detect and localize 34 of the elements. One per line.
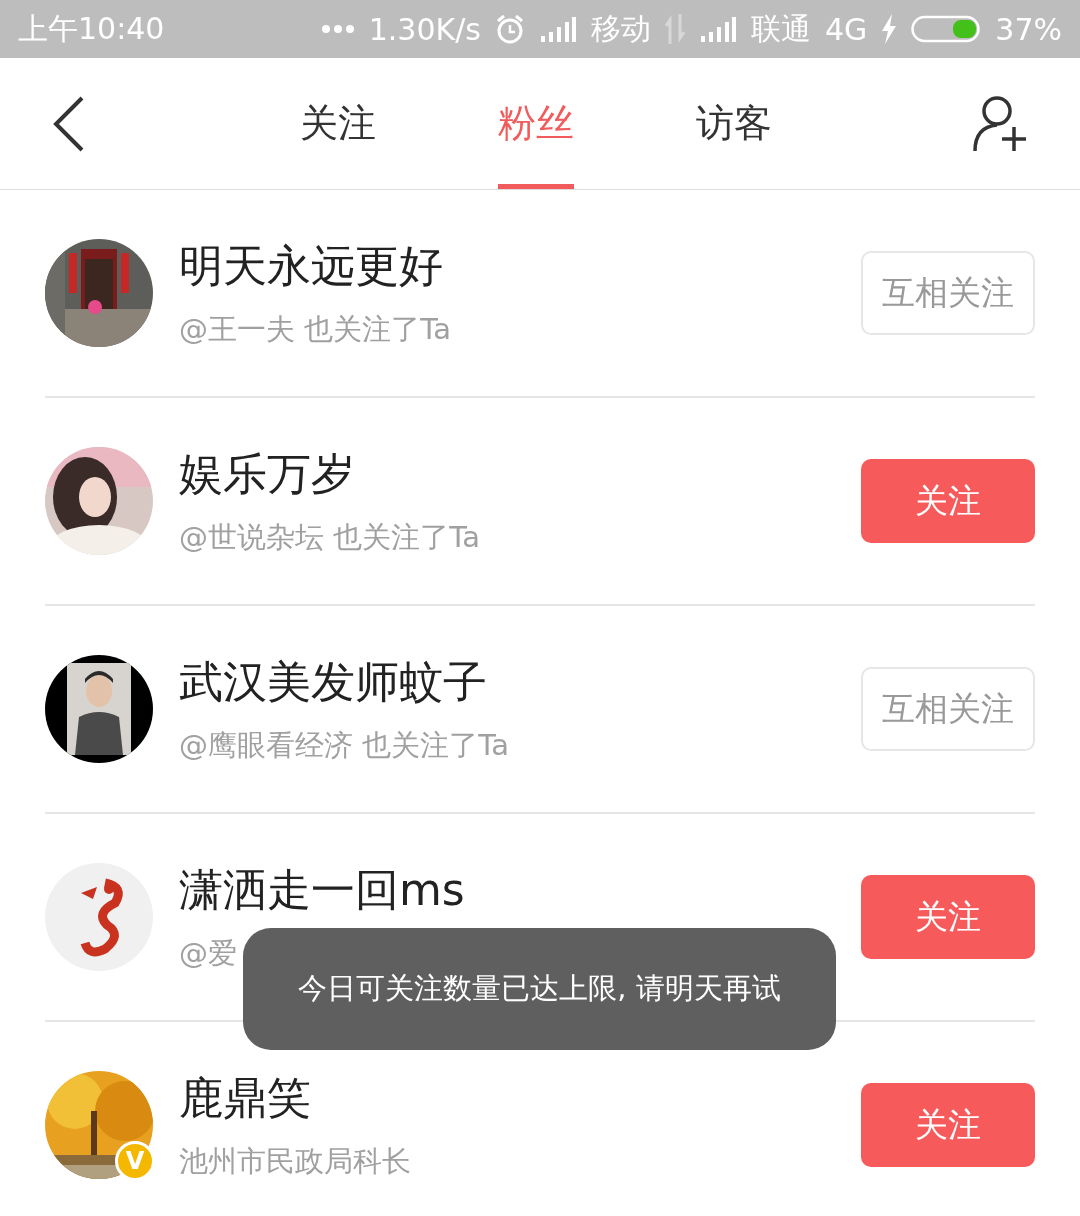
- user-name: 武汉美发师蚊子: [179, 654, 488, 709]
- follow-button[interactable]: 关注: [861, 459, 1035, 543]
- tab[interactable]: 关注: [300, 58, 376, 189]
- mutual-follow-button[interactable]: 互相关注: [861, 251, 1035, 335]
- signal-icon: [698, 16, 737, 42]
- tab[interactable]: 粉丝: [498, 58, 574, 189]
- tab[interactable]: 访客: [696, 58, 772, 189]
- toast-message: 今日可关注数量已达上限, 请明天再试: [243, 928, 836, 1050]
- network-type: 4G: [824, 11, 868, 47]
- carrier-name: 移动: [590, 9, 651, 48]
- user-subtitle: @王一夫 也关注了Ta: [179, 310, 452, 348]
- user-subtitle: 池州市民政局科长: [179, 1142, 412, 1180]
- verified-badge: V: [115, 1141, 155, 1181]
- mutual-follow-button[interactable]: 互相关注: [861, 667, 1035, 751]
- add-user-icon[interactable]: [972, 94, 1028, 153]
- user-name: 娱乐万岁: [179, 446, 356, 501]
- battery-icon: [911, 14, 982, 44]
- network-speed: 1.30K/s: [368, 11, 481, 47]
- battery-percent: 37%: [995, 11, 1062, 47]
- user-name: 明天永远更好: [179, 238, 444, 293]
- alarm-icon: [494, 14, 525, 44]
- user-subtitle: @爱: [179, 934, 238, 972]
- signal-icon: [538, 16, 577, 42]
- carrier-name: 联通: [750, 9, 811, 48]
- status-time: 上午10:40: [18, 9, 165, 48]
- user-name: 潇洒走一回ms: [179, 862, 466, 917]
- data-arrows-icon: [664, 14, 685, 44]
- user-subtitle: @世说杂坛 也关注了Ta: [179, 518, 481, 556]
- follow-button[interactable]: 关注: [861, 1083, 1035, 1167]
- user-name: 鹿鼎笑: [179, 1070, 312, 1125]
- charging-bolt-icon: [881, 14, 898, 44]
- more-dots-icon: [320, 24, 355, 34]
- user-subtitle: @鹰眼看经济 也关注了Ta: [179, 726, 510, 764]
- follow-button[interactable]: 关注: [861, 875, 1035, 959]
